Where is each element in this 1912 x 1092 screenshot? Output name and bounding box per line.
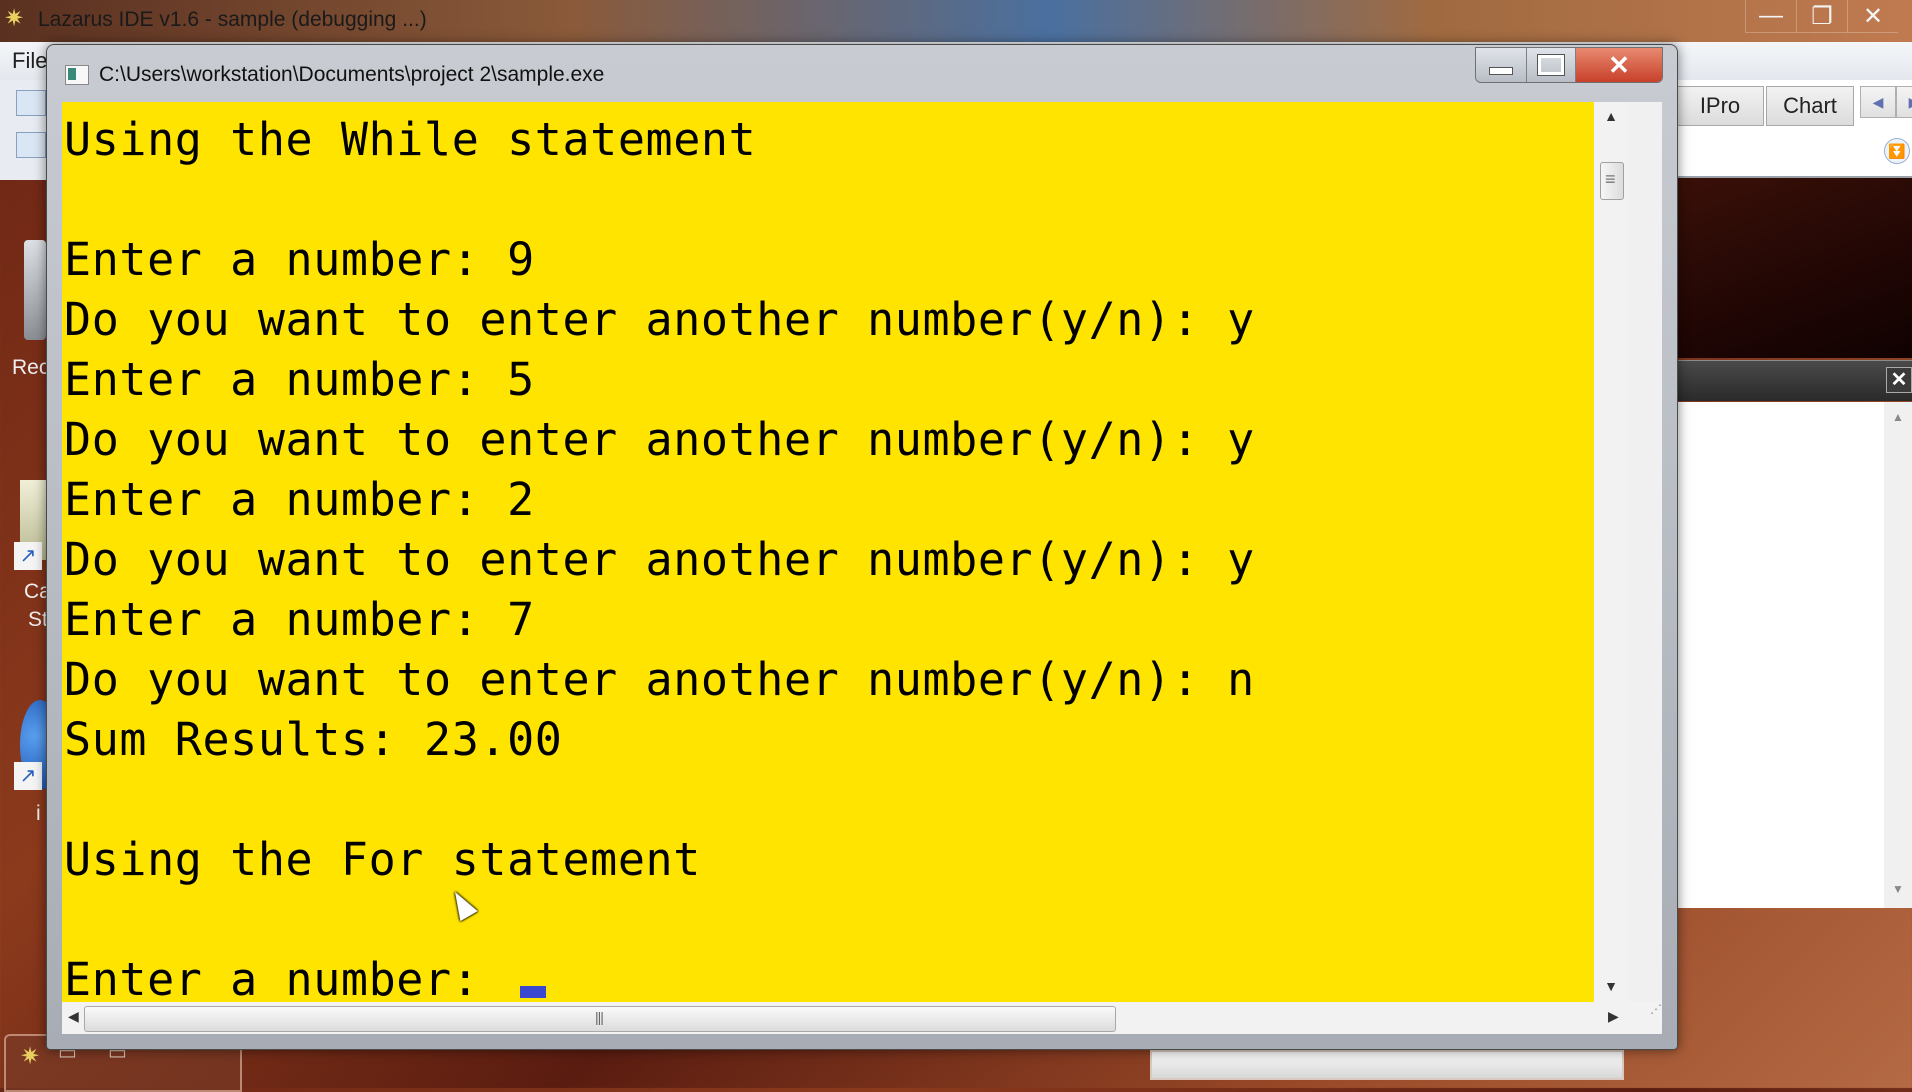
console-line: Do you want to enter another number(y/n)… <box>64 293 1255 346</box>
console-vertical-scrollbar[interactable]: ▲ ▼ <box>1594 102 1628 1002</box>
desktop-icons: Rec ↗ Ca St ↗ i <box>0 180 60 1040</box>
console-line: Enter a number: 9 <box>64 233 535 286</box>
console-app-icon[interactable] <box>65 65 89 85</box>
tab-scroll-right-icon[interactable]: ▶ <box>1896 86 1912 118</box>
ide-component-palette-tabs: IPro Chart ◀ ▶ ⏬ <box>1676 80 1912 178</box>
ide-minimize-button[interactable]: — <box>1745 0 1796 33</box>
tab-scroll-left-icon[interactable]: ◀ <box>1860 86 1896 118</box>
console-window: C:\Users\workstation\Documents\project 2… <box>46 44 1678 1050</box>
desktop-label-i: i <box>36 802 41 825</box>
console-client-area: Using the While statement Enter a number… <box>62 102 1662 1034</box>
desktop-label-st: St <box>28 608 48 631</box>
desktop-label-recycle: Rec <box>12 356 50 379</box>
minimize-icon <box>1489 67 1513 75</box>
background-panel-statusbar <box>1150 1050 1624 1080</box>
console-window-controls: ✕ <box>1475 47 1663 83</box>
console-line: Do you want to enter another number(y/n)… <box>64 533 1255 586</box>
scroll-left-icon[interactable]: ◀ <box>68 1008 79 1025</box>
console-output[interactable]: Using the While statement Enter a number… <box>62 102 1628 1002</box>
text-cursor <box>520 986 546 998</box>
panel-close-icon[interactable]: ✕ <box>1886 367 1912 393</box>
menu-file[interactable]: File <box>12 48 47 74</box>
tab-ipro[interactable]: IPro <box>1676 86 1764 126</box>
expand-palette-icon[interactable]: ⏬ <box>1884 138 1910 164</box>
console-window-title: C:\Users\workstation\Documents\project 2… <box>99 63 605 86</box>
console-titlebar[interactable]: C:\Users\workstation\Documents\project 2… <box>47 45 1677 101</box>
console-line: Enter a number: 2 <box>64 473 535 526</box>
console-line: Using the While statement <box>64 113 757 166</box>
ide-window-title: Lazarus IDE v1.6 - sample (debugging ...… <box>38 8 427 31</box>
ide-messages-panel: ▲ ▼ <box>1676 402 1912 908</box>
console-maximize-button[interactable] <box>1527 48 1576 82</box>
console-line: Do you want to enter another number(y/n)… <box>64 653 1255 706</box>
console-line: Enter a number: 5 <box>64 353 535 406</box>
panel-scroll-down-icon[interactable]: ▼ <box>1884 882 1912 896</box>
lazarus-logo-icon: ✷ <box>4 5 25 32</box>
ide-titlebar: ✷ Lazarus IDE v1.6 - sample (debugging .… <box>0 0 1912 42</box>
resize-grip-icon[interactable]: ⋰ <box>1628 1002 1662 1034</box>
scroll-down-icon[interactable]: ▼ <box>1594 978 1628 994</box>
lazarus-mini-icon: ✷ <box>20 1043 41 1070</box>
vertical-scroll-thumb[interactable] <box>1600 162 1624 200</box>
panel-vertical-scrollbar[interactable]: ▲ ▼ <box>1884 402 1912 908</box>
console-close-button[interactable]: ✕ <box>1576 48 1662 82</box>
ide-window-controls: — ❐ ✕ <box>1745 0 1898 33</box>
console-line-input-prompt: Enter a number: <box>64 953 508 1002</box>
console-line: Enter a number: 7 <box>64 593 535 646</box>
console-line: Using the For statement <box>64 833 701 886</box>
console-minimize-button[interactable] <box>1476 48 1527 82</box>
scroll-up-icon[interactable]: ▲ <box>1594 108 1628 124</box>
close-icon: ✕ <box>1608 49 1630 80</box>
tab-chart[interactable]: Chart <box>1766 86 1854 126</box>
shortcut-arrow-icon: ↗ <box>14 542 42 570</box>
shortcut-arrow-icon-2: ↗ <box>14 762 42 790</box>
recycle-bin-icon[interactable] <box>24 240 46 340</box>
maximize-icon <box>1537 54 1565 76</box>
ide-messages-panel-header: ✕ <box>1676 360 1912 401</box>
ide-close-button[interactable]: ✕ <box>1847 0 1898 33</box>
toolbar-windows-icon[interactable] <box>16 132 46 158</box>
console-horizontal-scrollbar[interactable]: ◀ ||| ▶ <box>62 1002 1628 1034</box>
panel-scroll-up-icon[interactable]: ▲ <box>1884 410 1912 424</box>
console-line: Sum Results: 23.00 <box>64 713 563 766</box>
console-line: Do you want to enter another number(y/n)… <box>64 413 1255 466</box>
toolbar-form-icon[interactable] <box>16 90 46 116</box>
scroll-grip-icon: ||| <box>595 1009 604 1025</box>
scroll-right-icon[interactable]: ▶ <box>1608 1008 1619 1025</box>
horizontal-scroll-thumb[interactable]: ||| <box>84 1006 1116 1032</box>
ide-restore-button[interactable]: ❐ <box>1796 0 1847 33</box>
desktop-background-strip <box>1676 178 1912 358</box>
